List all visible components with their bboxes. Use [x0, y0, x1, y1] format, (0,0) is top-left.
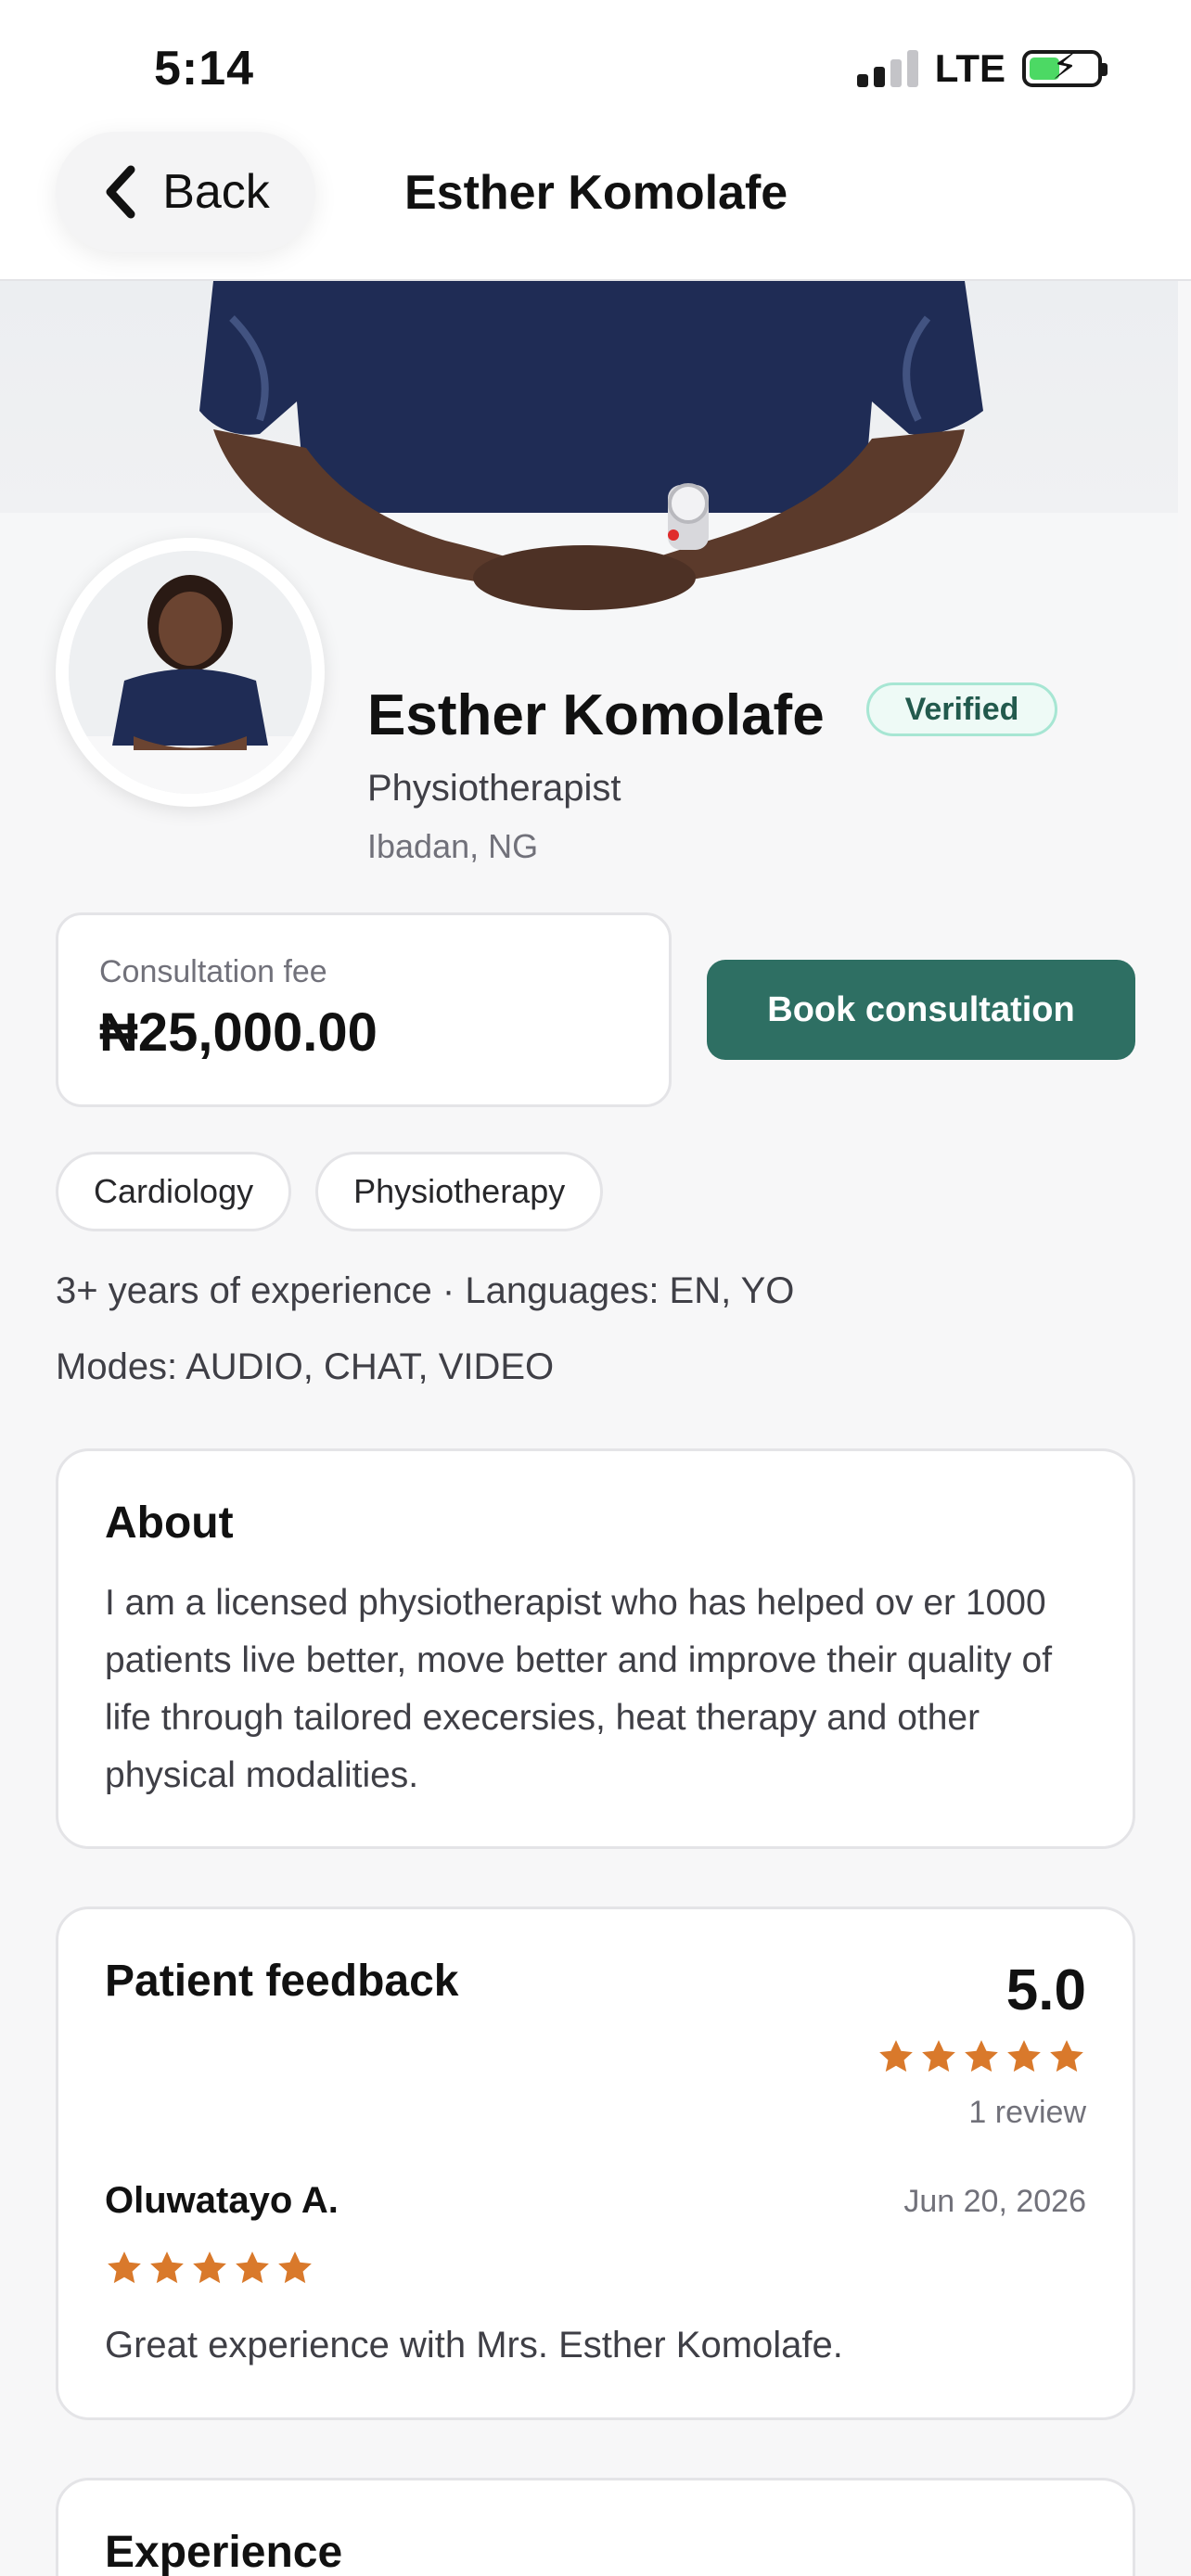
rating-stars — [877, 2037, 1086, 2076]
star-icon — [150, 2251, 184, 2284]
doctor-location: Ibadan, NG — [367, 827, 539, 865]
about-text: I am a licensed physiotherapist who has … — [105, 1583, 1053, 1795]
tag-physiotherapy: Physiotherapy — [315, 1152, 604, 1231]
review-stars — [105, 2249, 314, 2288]
star-icon — [193, 2251, 226, 2284]
average-rating: 5.0 — [1005, 1958, 1086, 2022]
star-icon — [278, 2251, 312, 2284]
experience-title: Experience — [105, 2528, 343, 2576]
star-icon — [965, 2040, 998, 2072]
page-title: Esther Komolafe — [404, 166, 788, 220]
review-count: 1 review — [968, 2095, 1086, 2130]
about-card: About I am a licensed physiotherapist wh… — [56, 1448, 1135, 1849]
top-bar: 5:14 LTE ⚡ Back Esther Komolafe — [0, 0, 1191, 281]
experience-card: Experience — [56, 2478, 1135, 2576]
star-icon — [1007, 2040, 1041, 2072]
specialty-tags: Cardiology Physiotherapy — [56, 1152, 604, 1231]
feedback-title: Patient feedback — [105, 1957, 459, 2006]
status-indicators: LTE ⚡ — [856, 46, 1108, 91]
back-label: Back — [162, 165, 270, 219]
review-date: Jun 20, 2026 — [903, 2184, 1086, 2219]
verified-badge: Verified — [866, 682, 1057, 736]
network-type: LTE — [934, 46, 1005, 90]
review-author: Oluwatayo A. — [105, 2180, 339, 2221]
back-button[interactable]: Back — [56, 132, 315, 252]
status-time: 5:14 — [154, 42, 255, 96]
fee-amount: ₦25,000.00 — [99, 1002, 378, 1063]
review-text: Great experience with Mrs. Esther Komola… — [105, 2325, 843, 2366]
experience-languages: 3+ years of experience · Languages: EN, … — [56, 1270, 795, 1311]
chevron-left-icon — [106, 165, 135, 219]
patient-feedback-card: Patient feedback 5.0 1 review Oluwatayo … — [56, 1906, 1135, 2420]
star-icon — [108, 2251, 141, 2284]
star-icon — [1050, 2040, 1083, 2072]
about-title: About — [105, 1498, 234, 1548]
star-icon — [879, 2040, 913, 2072]
battery-charging-icon: ⚡ — [1022, 48, 1108, 87]
consultation-fee-card: Consultation fee ₦25,000.00 — [56, 912, 672, 1107]
avatar — [56, 538, 325, 807]
doctor-specialty: Physiotherapist — [367, 768, 621, 809]
book-consultation-button[interactable]: Book consultation — [707, 960, 1135, 1060]
fee-label: Consultation fee — [99, 954, 327, 989]
star-icon — [922, 2040, 955, 2072]
doctor-name: Esther Komolafe — [367, 683, 825, 747]
consultation-modes: Modes: AUDIO, CHAT, VIDEO — [56, 1346, 555, 1387]
tag-cardiology: Cardiology — [56, 1152, 292, 1231]
star-icon — [236, 2251, 269, 2284]
cellular-signal-icon — [856, 50, 918, 87]
